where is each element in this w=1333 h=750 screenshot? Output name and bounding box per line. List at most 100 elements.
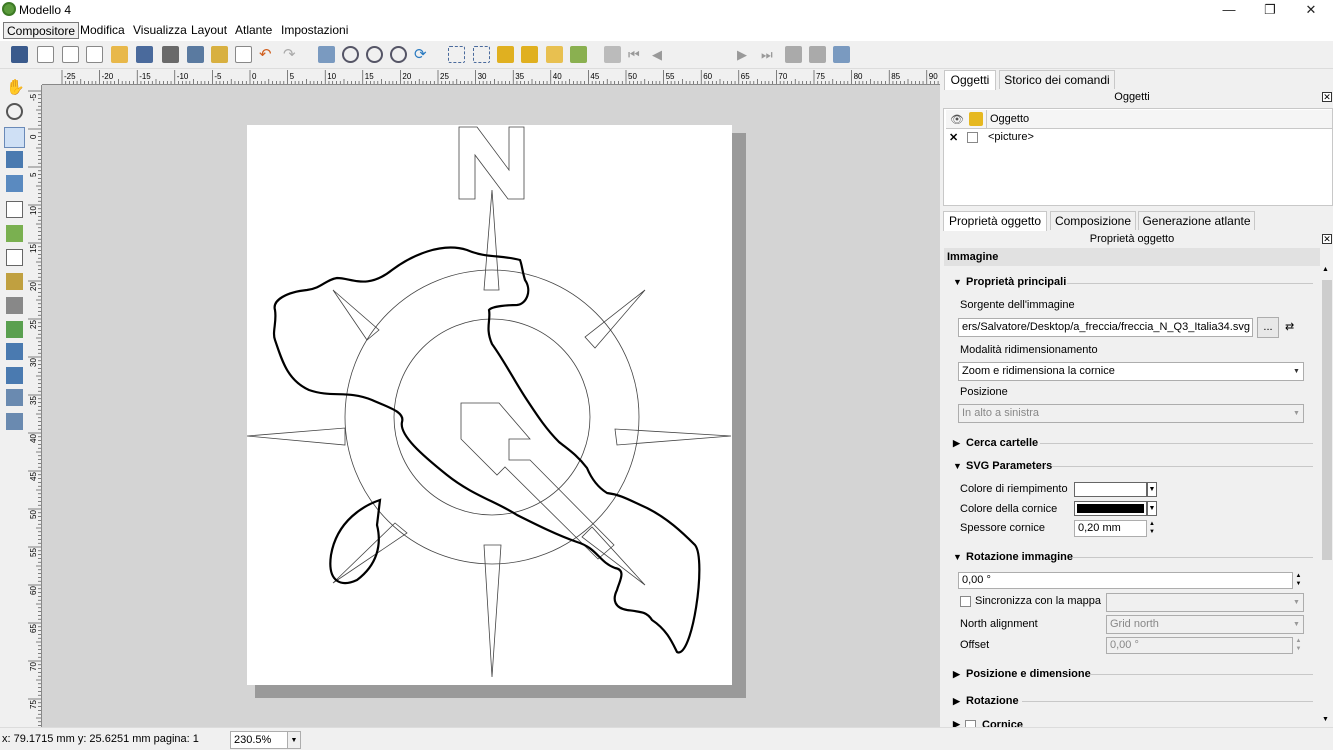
chevron-down-icon[interactable]: ▼ [1291,363,1302,380]
spinbox-arrows-icon[interactable]: ▲ ▼ [1293,637,1304,654]
refresh-icon[interactable]: ⟳ [414,46,431,63]
add-polyline-icon[interactable] [6,367,23,384]
north-arrow-picture[interactable] [246,125,732,685]
export-atlas-icon[interactable] [809,46,826,63]
data-defined-override-icon[interactable]: ⇄ [1285,320,1301,334]
pan-hand-icon[interactable]: ✋ [6,79,25,96]
duplicate-layout-icon[interactable] [62,46,79,63]
edit-nodes-icon[interactable] [6,175,23,192]
fill-color-button[interactable] [1074,482,1147,497]
select-move-icon[interactable] [4,127,25,148]
select-all-icon[interactable] [448,46,465,63]
expand-triangle-icon[interactable]: ▼ [953,552,962,562]
main-props-header[interactable]: Proprietà principali [966,276,1066,288]
add-polygon-icon[interactable] [6,343,23,360]
menu-visualizza[interactable]: Visualizza [130,22,190,39]
north-alignment-select[interactable]: Grid north [1106,615,1304,634]
frame-checkbox[interactable] [965,720,976,727]
lock-checkbox[interactable] [967,132,978,143]
sync-map-checkbox[interactable] [960,596,971,607]
tab-generazione-atlante[interactable]: Generazione atlante [1138,211,1255,230]
items-table[interactable]: 👁 Oggetto ✕ <picture> [943,108,1333,206]
image-source-input[interactable]: ers/Salvatore/Desktop/a_freccia/freccia_… [958,318,1253,337]
scrollbar-thumb[interactable] [1322,280,1332,560]
restore-button[interactable]: ❐ [1250,0,1290,20]
position-select[interactable]: In alto a sinistra [958,404,1304,423]
offset-input[interactable]: 0,00 ° [1106,637,1293,654]
zoom-full-icon[interactable] [318,46,335,63]
undo-icon[interactable]: ↶ [259,46,276,63]
add-table-icon[interactable] [6,389,23,406]
spinbox-arrows-icon[interactable]: ▲ ▼ [1147,520,1157,537]
close-icon[interactable]: ✕ [1322,92,1332,102]
lock-icon[interactable] [497,46,514,63]
first-feature-icon[interactable]: ⏮ [628,46,645,63]
minimize-button[interactable]: — [1209,0,1249,20]
zoom-in-icon[interactable] [366,46,383,63]
export-svg-icon[interactable] [211,46,228,63]
save-template-icon[interactable] [136,46,153,63]
add-html-icon[interactable] [6,413,23,430]
open-template-icon[interactable] [111,46,128,63]
add-label-icon[interactable] [6,249,23,266]
collapse-triangle-icon[interactable]: ▶ [953,719,960,727]
tab-composizione[interactable]: Composizione [1050,211,1136,230]
collapse-triangle-icon[interactable]: ▶ [953,696,960,707]
new-layout-icon[interactable] [37,46,54,63]
zoom-tool-icon[interactable] [6,103,23,120]
raise-item-icon[interactable] [546,46,563,63]
close-icon[interactable]: ✕ [1322,234,1332,244]
save-icon[interactable] [11,46,28,63]
rotation-input[interactable]: 0,00 ° [958,572,1293,589]
frame-header[interactable]: Cornice [982,719,1023,727]
unlock-icon[interactable] [521,46,538,63]
tab-storico-comandi[interactable]: Storico dei comandi [999,70,1115,89]
collapse-triangle-icon[interactable]: ▶ [953,669,960,680]
spinbox-arrows-icon[interactable]: ▲ ▼ [1293,572,1304,589]
resize-mode-select[interactable]: Zoom e ridimensiona la cornice [958,362,1304,381]
visibility-toggle[interactable]: ✕ [949,131,958,144]
layout-canvas[interactable] [42,85,940,727]
zoom-out-icon[interactable] [390,46,407,63]
add-scalebar-icon[interactable] [6,297,23,314]
properties-scrollbar[interactable]: ▲ ▼ [1321,266,1333,727]
table-row[interactable]: <picture> [988,131,1034,143]
atlas-preview-icon[interactable] [604,46,621,63]
sync-map-select[interactable] [1106,593,1304,612]
search-dirs-header[interactable]: Cerca cartelle [966,437,1038,449]
previous-feature-icon[interactable]: ◀ [652,46,669,63]
print-atlas-icon[interactable] [785,46,802,63]
stroke-width-input[interactable]: 0,20 mm [1074,520,1147,537]
collapse-triangle-icon[interactable]: ▶ [953,438,960,449]
chevron-down-icon[interactable]: ▼ [1291,616,1302,633]
align-icon[interactable] [570,46,587,63]
stroke-color-button[interactable] [1074,501,1147,516]
image-rotation-header[interactable]: Rotazione immagine [966,551,1073,563]
expand-triangle-icon[interactable]: ▼ [953,461,962,471]
atlas-settings-icon[interactable] [833,46,850,63]
menu-compositore[interactable]: Compositore [3,22,80,39]
chevron-down-icon[interactable]: ▼ [1147,482,1157,497]
scroll-down-icon[interactable]: ▼ [1322,716,1329,723]
layout-manager-icon[interactable] [86,46,103,63]
svg-params-header[interactable]: SVG Parameters [966,460,1052,472]
menu-atlante[interactable]: Atlante [232,22,275,39]
add-map-icon[interactable] [6,201,23,218]
add-image-icon[interactable] [6,225,23,242]
chevron-down-icon[interactable]: ▼ [1147,501,1157,516]
next-feature-icon[interactable]: ▶ [737,46,754,63]
tab-oggetti[interactable]: Oggetti [944,70,996,90]
add-legend-icon[interactable] [6,273,23,290]
scroll-up-icon[interactable]: ▲ [1322,266,1329,273]
position-size-header[interactable]: Posizione e dimensione [966,668,1091,680]
add-shape-icon[interactable] [6,321,23,338]
chevron-down-icon[interactable]: ▼ [1291,405,1302,422]
menu-impostazioni[interactable]: Impostazioni [278,22,351,39]
menu-layout[interactable]: Layout [188,22,230,39]
print-icon[interactable] [162,46,179,63]
tab-proprieta-oggetto[interactable]: Proprietà oggetto [943,211,1047,231]
menu-modifica[interactable]: Modifica [77,22,128,39]
last-feature-icon[interactable]: ⏭ [761,46,778,63]
export-image-icon[interactable] [187,46,204,63]
redo-icon[interactable]: ↷ [283,46,300,63]
